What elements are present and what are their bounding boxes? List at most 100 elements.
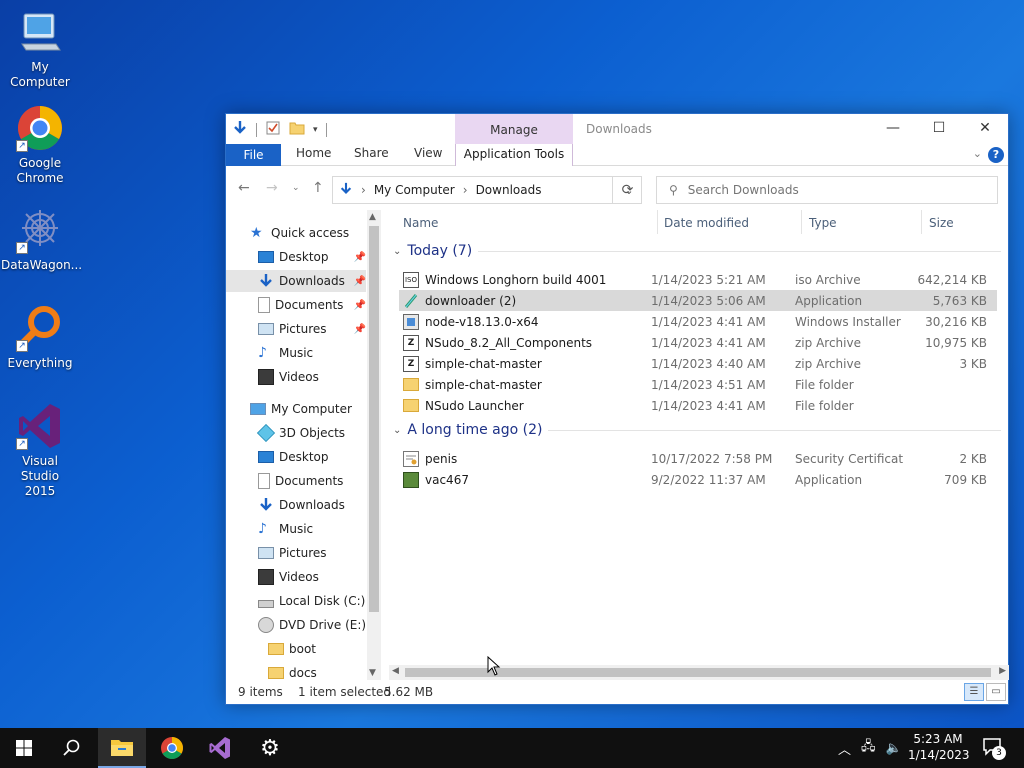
show-hidden-icons-icon[interactable]: ︿ — [838, 739, 851, 758]
nav-quick-videos[interactable]: Videos — [258, 366, 319, 388]
group-header-long-ago[interactable]: ⌄ A long time ago (2) — [393, 422, 1001, 438]
breadcrumb-my-computer[interactable]: My Computer — [374, 183, 455, 197]
column-header-name[interactable]: Name — [403, 216, 438, 230]
taskbar-settings[interactable]: ⚙ — [246, 728, 294, 768]
column-header-type[interactable]: Type — [809, 216, 837, 230]
desktop-icon-chrome[interactable]: ↗ Google Chrome — [1, 104, 79, 186]
file-row[interactable]: simple-chat-master 1/14/2023 4:51 AM Fil… — [399, 374, 997, 395]
taskbar-chrome[interactable] — [148, 728, 196, 768]
nav-dvd-drive[interactable]: DVD Drive (E:) LE — [258, 614, 381, 636]
nav-quick-access[interactable]: ★ Quick access — [250, 222, 349, 244]
clock[interactable]: 5:23 AM 1/14/2023 — [908, 731, 970, 763]
shortcut-arrow-icon: ↗ — [16, 340, 28, 352]
nav-quick-documents[interactable]: Documents 📌 — [258, 294, 366, 316]
nav-my-computer[interactable]: My Computer — [250, 398, 352, 420]
start-button[interactable] — [0, 728, 48, 768]
file-list[interactable]: Name Date modified Type Size ⌄ Today (7)… — [389, 210, 1001, 665]
desktop-icon-my-computer[interactable]: My Computer — [1, 8, 79, 90]
nav-pane-scrollbar[interactable]: ▲ ▼ — [367, 210, 381, 680]
nav-documents[interactable]: Documents — [258, 470, 343, 492]
taskbar-visual-studio[interactable] — [196, 728, 244, 768]
desktop-icon-everything[interactable]: ↗ Everything — [1, 304, 79, 371]
properties-icon[interactable] — [265, 120, 281, 139]
nav-folder-docs[interactable]: docs — [268, 662, 317, 680]
search-input[interactable] — [687, 183, 968, 197]
nav-3d-objects[interactable]: 3D Objects — [256, 422, 345, 444]
clock-time: 5:23 AM — [913, 732, 963, 746]
forward-arrow-icon[interactable]: → — [266, 180, 278, 196]
download-arrow-icon[interactable] — [232, 120, 248, 139]
desktop-icon-datawagon[interactable]: ↗ DataWagon... — [1, 206, 82, 273]
new-folder-icon[interactable] — [289, 120, 305, 139]
tab-share[interactable]: Share — [354, 146, 389, 160]
taskbar-file-explorer[interactable] — [98, 728, 146, 768]
file-row-selected[interactable]: downloader (2) 1/14/2023 5:06 AM Applica… — [399, 290, 997, 311]
navigation-pane[interactable]: ★ Quick access Desktop 📌 Downloads 📌 Docume… — [226, 210, 381, 680]
scroll-up-icon[interactable]: ▲ — [369, 212, 376, 222]
folder-icon — [268, 643, 284, 655]
file-row[interactable]: node-v18.13.0-x64 1/14/2023 4:41 AM Wind… — [399, 311, 997, 332]
file-row[interactable]: penis 10/17/2022 7:58 PM Security Certif… — [399, 448, 997, 469]
recent-locations-icon[interactable]: ⌄ — [292, 183, 300, 193]
nav-videos[interactable]: Videos — [258, 566, 319, 588]
app-icon — [403, 471, 419, 488]
tab-file[interactable]: File — [226, 144, 281, 166]
desktop-icon-visual-studio[interactable]: ↗ Visual Studio 2015 — [1, 402, 79, 499]
expand-ribbon-icon[interactable]: ⌄ — [973, 147, 982, 160]
nav-pictures[interactable]: Pictures — [258, 542, 327, 564]
title-bar[interactable]: ▾ Manage Downloads — ☐ ✕ — [226, 114, 1008, 165]
column-separator[interactable] — [801, 210, 802, 234]
desktop-icon — [258, 251, 274, 263]
nav-quick-music[interactable]: ♪ Music — [258, 342, 313, 364]
nav-downloads[interactable]: Downloads — [258, 494, 345, 516]
nav-desktop[interactable]: Desktop — [258, 446, 329, 468]
back-arrow-icon[interactable]: ← — [238, 180, 250, 196]
action-center-button[interactable]: 3 — [982, 736, 1006, 760]
nav-label: Documents — [275, 298, 344, 312]
volume-icon[interactable]: 🔈 — [886, 741, 902, 756]
search-button[interactable] — [48, 728, 96, 768]
nav-local-disk[interactable]: Local Disk (C:) — [258, 590, 365, 612]
scroll-right-icon[interactable]: ▶ — [999, 666, 1006, 676]
tab-view[interactable]: View — [414, 146, 442, 160]
scroll-down-icon[interactable]: ▼ — [369, 668, 376, 678]
file-date: 9/2/2022 11:37 AM — [651, 472, 766, 487]
maximize-button[interactable]: ☐ — [916, 114, 962, 142]
nav-quick-downloads[interactable]: Downloads 📌 — [226, 270, 366, 292]
tab-home[interactable]: Home — [296, 146, 331, 160]
file-row[interactable]: vac467 9/2/2022 11:37 AM Application 709… — [399, 469, 997, 490]
file-row[interactable]: Zsimple-chat-master 1/14/2023 4:40 AM zi… — [399, 353, 997, 374]
refresh-button[interactable]: ⟳ — [612, 176, 642, 204]
address-bar[interactable]: › My Computer › Downloads ⌄ — [332, 176, 642, 204]
details-view-icon[interactable]: ☰ — [964, 683, 984, 701]
column-header-size[interactable]: Size — [929, 216, 954, 230]
large-icons-view-icon[interactable]: ▭ — [986, 683, 1006, 701]
nav-folder-boot[interactable]: boot — [268, 638, 316, 660]
nav-music[interactable]: ♪ Music — [258, 518, 313, 540]
breadcrumb-downloads[interactable]: Downloads — [476, 183, 542, 197]
nav-quick-pictures[interactable]: Pictures 📌 — [258, 318, 366, 340]
customize-qat-icon[interactable]: ▾ — [313, 125, 318, 135]
file-size: 709 KB — [944, 472, 987, 487]
scrollbar-thumb[interactable] — [369, 226, 379, 612]
scroll-left-icon[interactable]: ◀ — [392, 666, 399, 676]
up-arrow-icon[interactable]: ↑ — [312, 180, 324, 196]
network-icon[interactable]: 🖧 — [861, 737, 876, 759]
tab-application-tools[interactable]: Application Tools — [455, 144, 573, 166]
search-box[interactable]: ⚲ — [656, 176, 998, 204]
nav-quick-desktop[interactable]: Desktop 📌 — [258, 246, 366, 268]
file-type: zip Archive — [795, 356, 861, 371]
column-header-date[interactable]: Date modified — [664, 216, 749, 230]
group-header-today[interactable]: ⌄ Today (7) — [393, 243, 1001, 259]
file-row[interactable]: ISO Windows Longhorn build 4001 1/14/2023… — [399, 269, 997, 290]
help-icon[interactable]: ? — [988, 147, 1004, 163]
column-separator[interactable] — [921, 210, 922, 234]
file-list-hscrollbar[interactable]: ◀ ▶ — [389, 665, 1009, 680]
minimize-button[interactable]: — — [870, 114, 916, 142]
explorer-window[interactable]: ▾ Manage Downloads — ☐ ✕ File Home Share… — [225, 113, 1009, 705]
file-name: NSudo_8.2_All_Components — [425, 335, 593, 350]
file-row[interactable]: NSudo Launcher 1/14/2023 4:41 AM File fo… — [399, 395, 997, 416]
file-row[interactable]: Z NSudo_8.2_All_Components 1/14/2023 4:41… — [399, 332, 997, 353]
column-separator[interactable] — [657, 210, 658, 234]
close-button[interactable]: ✕ — [962, 114, 1008, 142]
